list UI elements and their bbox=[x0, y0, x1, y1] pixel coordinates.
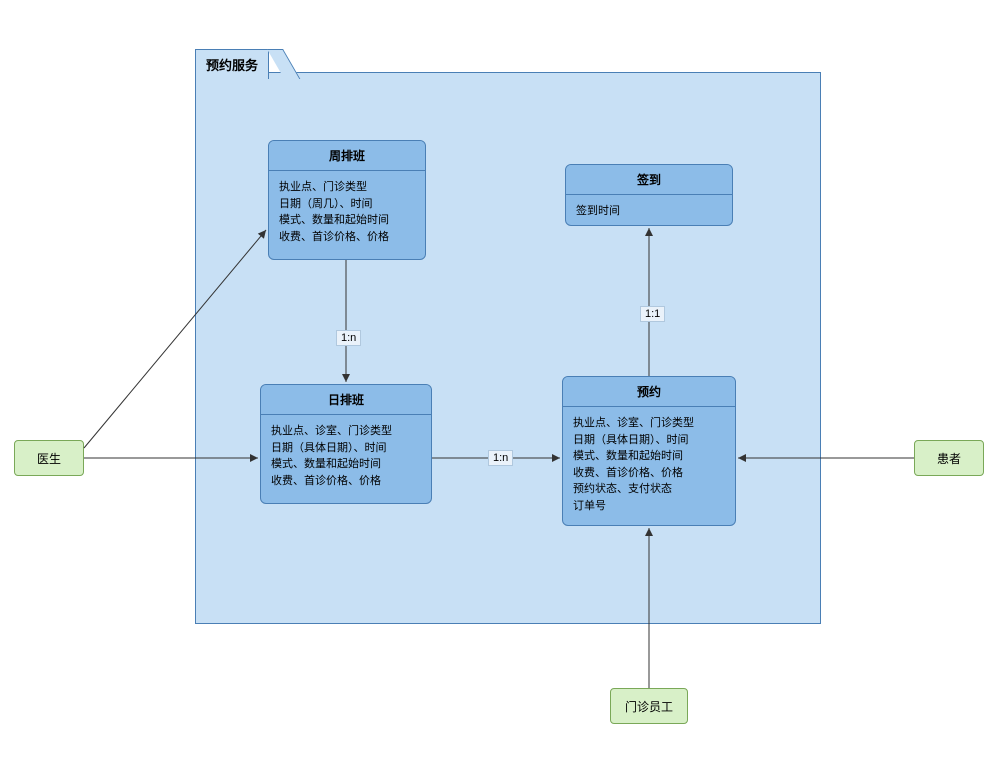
attr-line: 预约状态、支付状态 bbox=[573, 481, 725, 498]
attr-line: 日期（具体日期）、时间 bbox=[271, 440, 421, 457]
entity-checkin: 签到 签到时间 bbox=[565, 164, 733, 226]
entity-weekly-schedule: 周排班 执业点、门诊类型 日期（周几）、时间 模式、数量和起始时间 收费、首诊价… bbox=[268, 140, 426, 260]
attr-line: 订单号 bbox=[573, 498, 725, 515]
entity-attributes: 签到时间 bbox=[566, 195, 732, 226]
entity-attributes: 执业点、诊室、门诊类型 日期（具体日期）、时间 模式、数量和起始时间 收费、首诊… bbox=[261, 415, 431, 497]
actor-doctor: 医生 bbox=[14, 440, 84, 476]
package-title: 预约服务 bbox=[195, 49, 269, 79]
entity-title: 签到 bbox=[566, 165, 732, 195]
entity-appointment: 预约 执业点、诊室、门诊类型 日期（具体日期）、时间 模式、数量和起始时间 收费… bbox=[562, 376, 736, 526]
attr-line: 收费、首诊价格、价格 bbox=[271, 473, 421, 490]
attr-line: 模式、数量和起始时间 bbox=[573, 448, 725, 465]
edge-label-appointment-checkin: 1:1 bbox=[640, 306, 665, 322]
entity-attributes: 执业点、诊室、门诊类型 日期（具体日期）、时间 模式、数量和起始时间 收费、首诊… bbox=[563, 407, 735, 522]
attr-line: 模式、数量和起始时间 bbox=[271, 456, 421, 473]
attr-line: 收费、首诊价格、价格 bbox=[279, 229, 415, 246]
entity-title: 日排班 bbox=[261, 385, 431, 415]
entity-daily-schedule: 日排班 执业点、诊室、门诊类型 日期（具体日期）、时间 模式、数量和起始时间 收… bbox=[260, 384, 432, 504]
actor-clinic-staff: 门诊员工 bbox=[610, 688, 688, 724]
attr-line: 执业点、门诊类型 bbox=[279, 179, 415, 196]
attr-line: 执业点、诊室、门诊类型 bbox=[271, 423, 421, 440]
attr-line: 日期（具体日期）、时间 bbox=[573, 432, 725, 449]
entity-title: 周排班 bbox=[269, 141, 425, 171]
entity-title: 预约 bbox=[563, 377, 735, 407]
attr-line: 签到时间 bbox=[576, 203, 722, 220]
attr-line: 收费、首诊价格、价格 bbox=[573, 465, 725, 482]
actor-patient: 患者 bbox=[914, 440, 984, 476]
attr-line: 日期（周几）、时间 bbox=[279, 196, 415, 213]
attr-line: 模式、数量和起始时间 bbox=[279, 212, 415, 229]
entity-attributes: 执业点、门诊类型 日期（周几）、时间 模式、数量和起始时间 收费、首诊价格、价格 bbox=[269, 171, 425, 253]
edge-label-weekly-daily: 1:n bbox=[336, 330, 361, 346]
edge-label-daily-appointment: 1:n bbox=[488, 450, 513, 466]
attr-line: 执业点、诊室、门诊类型 bbox=[573, 415, 725, 432]
